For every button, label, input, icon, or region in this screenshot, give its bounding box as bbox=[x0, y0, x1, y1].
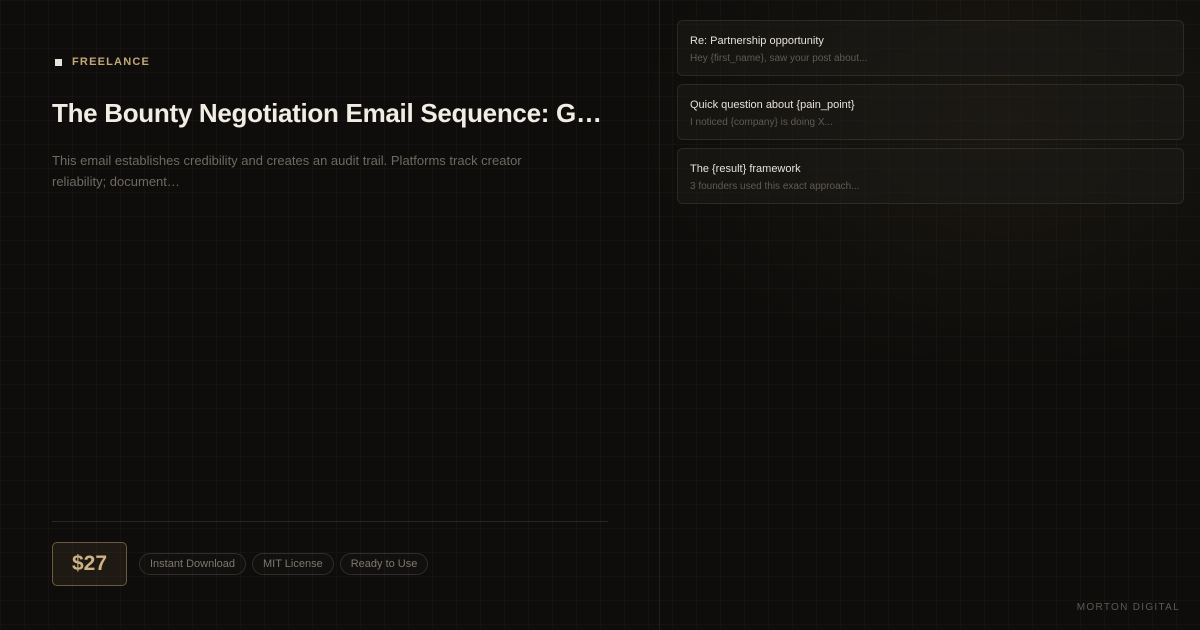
tag-mit-license: MIT License bbox=[252, 553, 334, 575]
price-badge: $27 bbox=[52, 542, 127, 586]
product-description: This email establishes credibility and c… bbox=[52, 153, 522, 189]
email-subject: Quick question about {pain_point} bbox=[690, 99, 855, 111]
footer-divider bbox=[52, 521, 608, 522]
email-card: The {result} framework 3 founders used t… bbox=[677, 148, 1184, 204]
category-label: FREELANCE bbox=[72, 56, 151, 68]
product-title: The Bounty Negotiation Email Sequence: G… bbox=[52, 98, 602, 128]
tag-ready-to-use: Ready to Use bbox=[339, 553, 429, 575]
feature-tags: Instant Download MIT License Ready to Us… bbox=[139, 553, 429, 575]
panel-divider bbox=[659, 0, 660, 630]
brand-wordmark: MORTON DIGITAL bbox=[1076, 602, 1180, 613]
category-badge: FREELANCE bbox=[55, 56, 150, 68]
email-preview: Hey {first_name}, saw your post about... bbox=[690, 53, 868, 64]
product-panel: FREELANCE The Bounty Negotiation Email S… bbox=[0, 0, 660, 630]
tag-instant-download: Instant Download bbox=[139, 553, 246, 575]
square-bullet-icon bbox=[55, 58, 62, 66]
email-preview: I noticed {company} is doing X... bbox=[690, 117, 833, 128]
email-preview-list: Re: Partnership opportunity Hey {first_n… bbox=[677, 20, 1184, 212]
email-subject: The {result} framework bbox=[690, 163, 801, 175]
email-card: Quick question about {pain_point} I noti… bbox=[677, 84, 1184, 140]
email-subject: Re: Partnership opportunity bbox=[690, 35, 824, 47]
email-preview: 3 founders used this exact approach... bbox=[690, 181, 860, 192]
email-card: Re: Partnership opportunity Hey {first_n… bbox=[677, 20, 1184, 76]
